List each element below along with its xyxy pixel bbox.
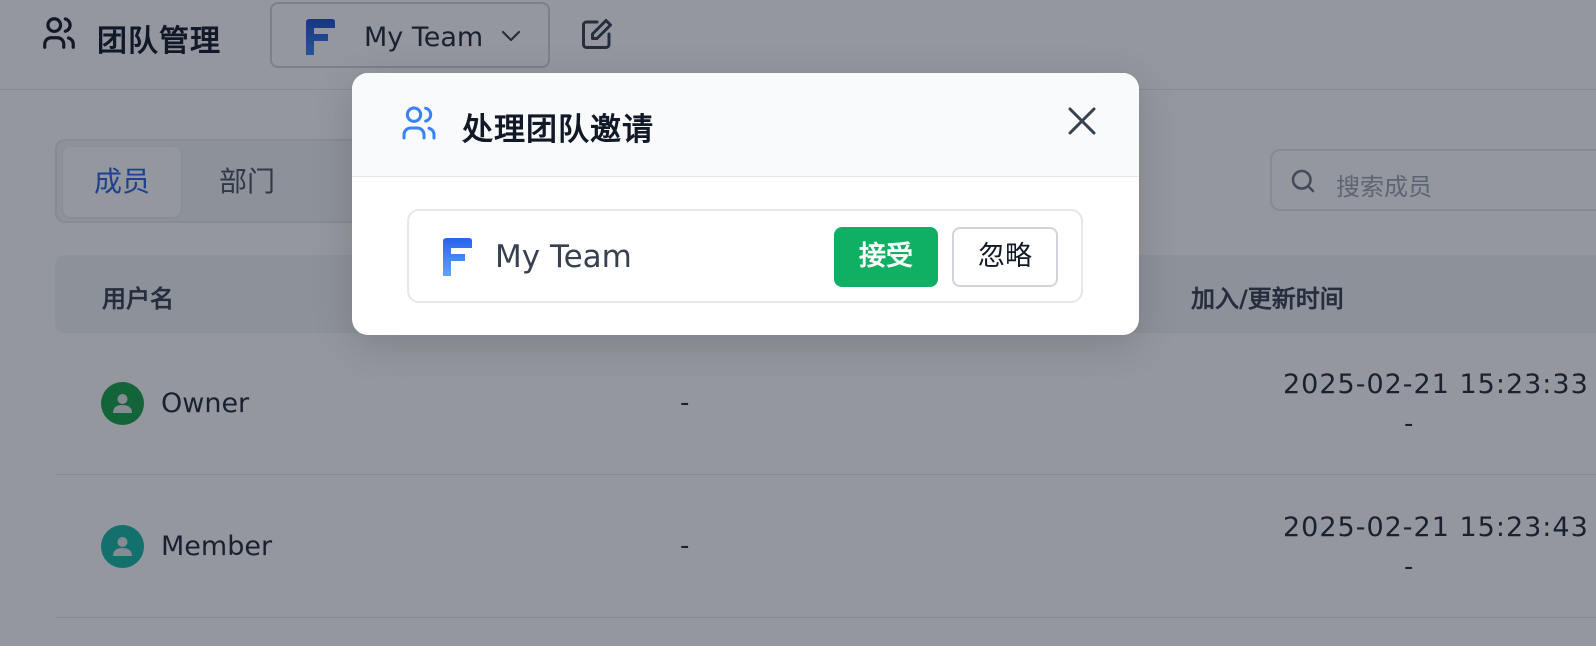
invite-team-name: My Team	[495, 239, 632, 275]
dialog-header: 处理团队邀请	[352, 73, 1139, 177]
ignore-button[interactable]: 忽略	[952, 227, 1058, 287]
team-management-page: 团队管理 My Team 成员 部门 搜索成员 用户名 加入/更新时间 Owne…	[0, 0, 1596, 646]
close-icon[interactable]	[1062, 101, 1102, 141]
users-icon	[399, 103, 439, 143]
dialog-title: 处理团队邀请	[462, 112, 654, 148]
invite-dialog: 处理团队邀请 My Team 接受 忽略	[352, 73, 1139, 335]
accept-button[interactable]: 接受	[834, 227, 938, 287]
invite-card: My Team 接受 忽略	[407, 209, 1083, 303]
team-logo-icon	[439, 237, 473, 277]
